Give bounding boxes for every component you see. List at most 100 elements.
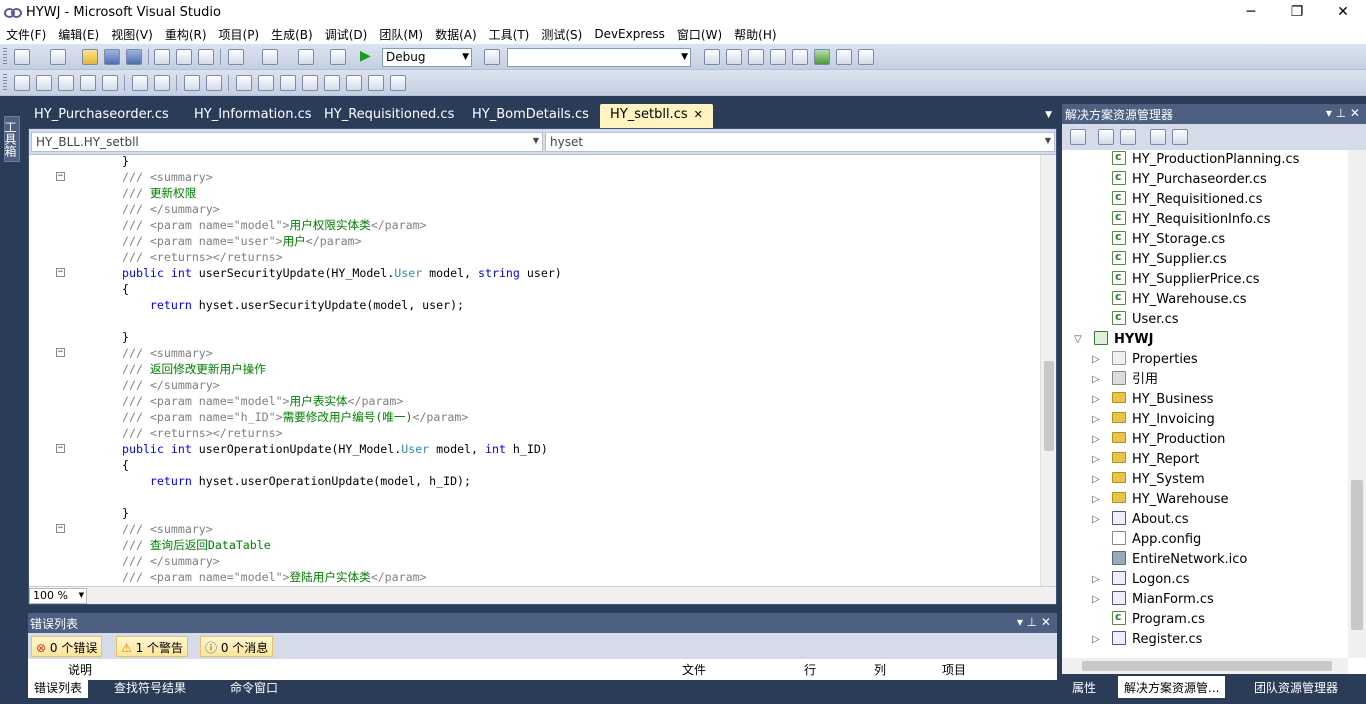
- expand-arrow-icon[interactable]: ▷: [1092, 514, 1100, 525]
- code-line[interactable]: }: [29, 155, 1040, 169]
- close-tab-icon[interactable]: ✕: [694, 108, 703, 121]
- expand-arrow-icon[interactable]: ▷: [1092, 434, 1100, 445]
- minimize-button[interactable]: ─: [1228, 0, 1274, 24]
- previous-bookmark-in-folder-icon[interactable]: [302, 75, 318, 91]
- code-line[interactable]: /// <summary> −: [29, 345, 1040, 361]
- error-list-controls[interactable]: ▾ ⊥ ✕: [1017, 615, 1051, 629]
- paste-icon[interactable]: [198, 49, 214, 65]
- code-line[interactable]: /// <param name="model">用户表实体</param>: [29, 393, 1040, 409]
- tree-item[interactable]: MianForm.cs: [1112, 590, 1214, 610]
- start-page-icon[interactable]: [814, 49, 830, 65]
- code-line[interactable]: /// 返回修改更新用户操作: [29, 361, 1040, 377]
- tab-hy-information[interactable]: HY_Information.cs: [184, 104, 322, 128]
- menu-data[interactable]: 数据(A): [429, 26, 483, 43]
- code-line[interactable]: [29, 313, 1040, 329]
- collapse-region-icon[interactable]: −: [56, 524, 65, 533]
- tab-team-explorer[interactable]: 团队资源管理器: [1248, 676, 1344, 698]
- expand-arrow-icon[interactable]: ▷: [1092, 574, 1100, 585]
- complete-word-icon[interactable]: [80, 75, 96, 91]
- expand-arrow-icon[interactable]: ▷: [1092, 394, 1100, 405]
- tree-item[interactable]: HY_Production: [1112, 430, 1225, 450]
- messages-filter-button[interactable]: ⓘ 0 个消息: [200, 636, 274, 657]
- tab-find-symbol-results[interactable]: 查找符号结果: [108, 676, 192, 698]
- tree-item[interactable]: HY_SupplierPrice.cs: [1112, 267, 1260, 290]
- expand-arrow-icon[interactable]: ▷: [1092, 414, 1100, 425]
- tree-item[interactable]: HY_Supplier.cs: [1112, 247, 1227, 270]
- collapse-region-icon[interactable]: −: [56, 444, 65, 453]
- tree-item[interactable]: Properties: [1112, 350, 1198, 370]
- tree-item[interactable]: 引用: [1112, 370, 1158, 390]
- expand-arrow-icon[interactable]: ▷: [1092, 354, 1100, 365]
- code-line[interactable]: [29, 489, 1040, 505]
- menu-refactor[interactable]: 重构(R): [159, 26, 213, 43]
- solution-horizontal-scrollbar[interactable]: [1062, 658, 1348, 674]
- maximize-button[interactable]: ❐: [1274, 0, 1320, 24]
- code-line[interactable]: }: [29, 505, 1040, 521]
- errors-filter-button[interactable]: ⊗ 0 个错误: [31, 636, 103, 657]
- solution-explorer-icon[interactable]: [704, 49, 720, 65]
- decrease-indent-icon[interactable]: [102, 75, 118, 91]
- tab-hy-bomdetails[interactable]: HY_BomDetails.cs: [462, 104, 599, 128]
- tree-item[interactable]: HY_Warehouse: [1112, 490, 1228, 510]
- type-dropdown[interactable]: HY_BLL.HY_setbll ▼: [31, 132, 543, 152]
- collapse-region-icon[interactable]: −: [56, 268, 65, 277]
- tree-item[interactable]: EntireNetwork.ico: [1112, 550, 1247, 570]
- refresh-icon[interactable]: [1120, 129, 1136, 145]
- solution-explorer-controls[interactable]: ▾ ⊥ ✕: [1326, 106, 1360, 120]
- find-input[interactable]: ▼: [507, 48, 691, 67]
- scroll-thumb[interactable]: [1082, 661, 1332, 671]
- tab-hy-purchaseorder[interactable]: HY_Purchaseorder.cs: [24, 104, 179, 128]
- menu-build[interactable]: 生成(B): [265, 26, 319, 43]
- tab-hy-requisitioned[interactable]: HY_Requisitioned.cs: [314, 104, 464, 128]
- toolbar-grip[interactable]: [3, 48, 7, 66]
- solution-vertical-scrollbar[interactable]: [1348, 150, 1366, 658]
- code-line[interactable]: /// </summary>: [29, 377, 1040, 393]
- tab-solution-explorer[interactable]: 解决方案资源管...: [1118, 676, 1226, 698]
- code-line[interactable]: /// <returns></returns>: [29, 249, 1040, 265]
- code-line[interactable]: /// 查询后返回DataTable: [29, 537, 1040, 553]
- save-icon[interactable]: [104, 49, 120, 65]
- code-editor[interactable]: HY_BLL.HY_setbll ▼ hyset ▼ } /// <summary> −…: [28, 128, 1057, 605]
- solution-configuration-select[interactable]: Debug ▼: [382, 48, 472, 67]
- code-line[interactable]: /// <param name="model">登陆用户实体类</param>: [29, 569, 1040, 585]
- new-project-icon[interactable]: [14, 49, 30, 65]
- display-object-members-icon[interactable]: [14, 75, 30, 91]
- expand-arrow-icon[interactable]: ▷: [1092, 494, 1100, 505]
- menu-file[interactable]: 文件(F): [0, 26, 52, 43]
- menu-test[interactable]: 测试(S): [535, 26, 588, 43]
- tree-item[interactable]: HYWJ: [1094, 330, 1153, 350]
- code-line[interactable]: /// <summary> −: [29, 521, 1040, 537]
- solution-tree[interactable]: HY_ProductionPlanning.cs HY_Purchaseorder…: [1062, 150, 1348, 658]
- tree-item[interactable]: HY_Storage.cs: [1112, 227, 1225, 250]
- toggle-bookmark-icon[interactable]: [236, 75, 252, 91]
- code-line[interactable]: {: [29, 457, 1040, 473]
- view-code-icon[interactable]: [1150, 129, 1166, 145]
- code-line[interactable]: /// 更新权限: [29, 185, 1040, 201]
- tree-item[interactable]: Register.cs: [1112, 630, 1202, 650]
- expand-arrow-icon[interactable]: ▷: [1092, 374, 1100, 385]
- scroll-thumb[interactable]: [1351, 480, 1363, 630]
- undo-icon[interactable]: [228, 49, 244, 65]
- tab-command-window[interactable]: 命令窗口: [224, 676, 284, 698]
- expand-arrow-icon[interactable]: ▷: [1092, 594, 1100, 605]
- command-window-icon[interactable]: [858, 49, 874, 65]
- increase-indent-icon[interactable]: [132, 75, 148, 91]
- collapse-arrow-icon[interactable]: ▽: [1074, 334, 1082, 345]
- copy-icon[interactable]: [176, 49, 192, 65]
- menu-team[interactable]: 团队(M): [373, 26, 429, 43]
- previous-bookmark-in-document-icon[interactable]: [346, 75, 362, 91]
- toolbox-tab[interactable]: 工具箱: [3, 116, 20, 162]
- navigate-backward-icon[interactable]: [298, 49, 314, 65]
- code-line[interactable]: /// <param name="user">用户</param>: [29, 233, 1040, 249]
- tab-properties[interactable]: 属性: [1066, 676, 1102, 698]
- editor-horizontal-scrollbar[interactable]: 100 % ▼: [29, 586, 1056, 604]
- tree-item[interactable]: HY_Report: [1112, 450, 1199, 470]
- code-line[interactable]: /// <param name="model">用户权限实体类</param>: [29, 217, 1040, 233]
- menu-debug[interactable]: 调试(D): [319, 26, 374, 43]
- menu-view[interactable]: 视图(V): [105, 26, 159, 43]
- tab-dropdown-icon[interactable]: ▼: [1045, 110, 1052, 120]
- code-line[interactable]: /// <returns></returns>: [29, 425, 1040, 441]
- zoom-select[interactable]: 100 % ▼: [29, 588, 87, 604]
- code-line[interactable]: /// </summary>: [29, 201, 1040, 217]
- menu-help[interactable]: 帮助(H): [728, 26, 782, 43]
